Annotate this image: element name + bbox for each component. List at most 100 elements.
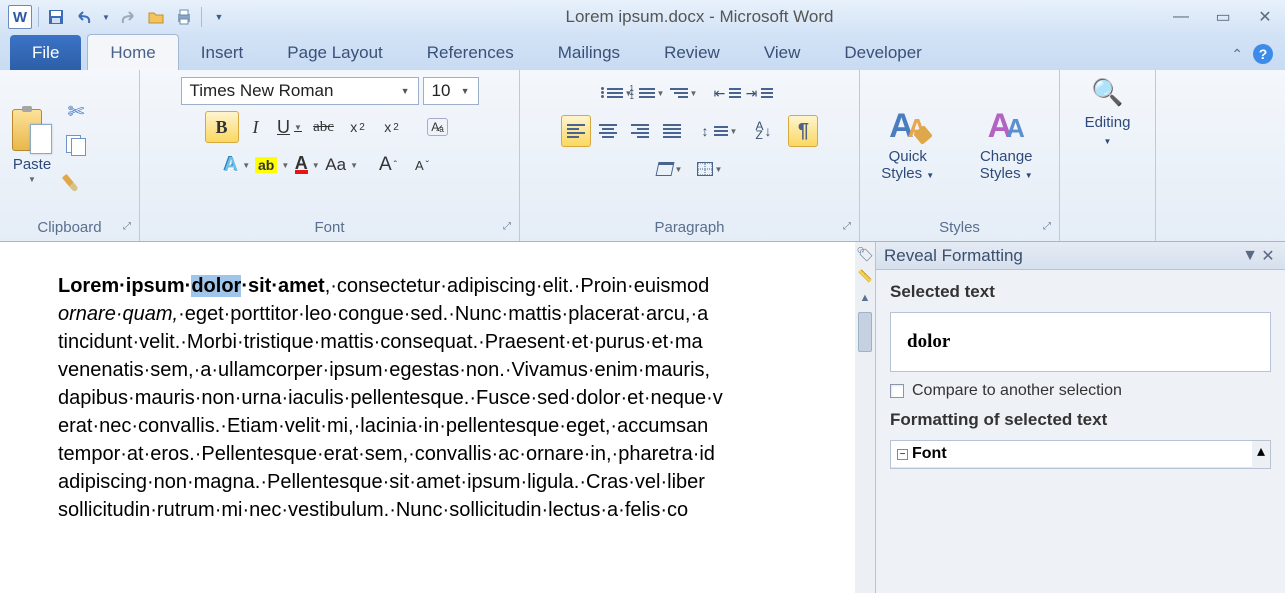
quick-styles-button[interactable]: AA Quick Styles ▼ [866, 103, 949, 188]
paste-button[interactable]: Paste ▼ [6, 102, 58, 188]
tab-file[interactable]: File [10, 35, 81, 70]
font-name-combo[interactable]: Times New Roman▼ [181, 77, 419, 105]
text-effects-button[interactable]: A▼ [220, 149, 254, 181]
close-button[interactable]: ✕ [1253, 7, 1277, 27]
tab-view[interactable]: View [742, 35, 823, 70]
ribbon-minimize-icon[interactable]: ⌃ [1231, 46, 1243, 63]
numbering-button[interactable]: ▼ [637, 77, 667, 109]
group-label-editing [1066, 217, 1149, 241]
change-styles-icon: AA [988, 107, 1025, 146]
undo-button[interactable] [73, 6, 95, 28]
tab-home[interactable]: Home [87, 34, 178, 70]
tab-mailings[interactable]: Mailings [536, 35, 642, 70]
doc-text: tempor·at·eros.·Pellentesque·erat·sem,·c… [58, 440, 855, 468]
doc-text: tincidunt·velit.·Morbi·tristique·mattis·… [58, 328, 855, 356]
ruler-icon[interactable]: 📏 [857, 268, 873, 284]
strikethrough-button[interactable]: abc [307, 111, 341, 143]
tree-font-label: Font [912, 445, 947, 463]
doc-text: ·sit·amet [241, 275, 324, 297]
tab-developer[interactable]: Developer [822, 35, 944, 70]
tab-review[interactable]: Review [642, 35, 742, 70]
tab-references[interactable]: References [405, 35, 536, 70]
formatting-label: Formatting of selected text [890, 410, 1271, 430]
doc-text: dapibus·mauris·non·urna·iaculis·pellente… [58, 384, 855, 412]
change-case-button[interactable]: Aa▼ [324, 149, 359, 181]
document-page[interactable]: Lorem·ipsum·dolor·sit·amet,·consectetur·… [0, 242, 855, 593]
sort-button[interactable]: AZ↓ [748, 115, 778, 147]
copy-icon [66, 135, 86, 155]
undo-dropdown[interactable]: ▼ [101, 6, 111, 28]
compare-label: Compare to another selection [912, 382, 1122, 400]
quickprint-button[interactable] [173, 6, 195, 28]
doc-text: ornare·quam, [58, 303, 178, 325]
selected-text-label: Selected text [890, 282, 1271, 302]
styles-launcher[interactable]: ⤢ [1043, 221, 1051, 232]
tab-page-layout[interactable]: Page Layout [265, 35, 404, 70]
shrink-font-button[interactable]: Aˇ [405, 149, 439, 181]
binoculars-icon: 🔍 [1091, 77, 1123, 108]
save-button[interactable] [45, 6, 67, 28]
pane-close-button[interactable]: ✕ [1259, 246, 1277, 266]
copy-button[interactable] [64, 133, 88, 157]
subscript-button[interactable]: x2 [341, 111, 375, 143]
align-left-button[interactable] [561, 115, 591, 147]
highlight-button[interactable]: ab▼ [254, 149, 290, 181]
group-label-clipboard: Clipboard⤢ [6, 217, 133, 241]
paragraph-launcher[interactable]: ⤢ [843, 221, 851, 232]
maximize-button[interactable]: ▭ [1211, 7, 1235, 27]
increase-indent-button[interactable]: ⇥ [745, 77, 775, 109]
show-marks-button[interactable]: ¶ [788, 115, 818, 147]
group-label-font: Font⤢ [146, 217, 513, 241]
font-size-combo[interactable]: 10▼ [423, 77, 479, 105]
pane-title: Reveal Formatting [884, 246, 1241, 266]
borders-button[interactable]: ▼ [695, 153, 725, 185]
help-icon[interactable]: ? [1253, 44, 1273, 64]
compare-checkbox-row[interactable]: Compare to another selection [890, 382, 1271, 400]
brush-icon [62, 165, 90, 193]
paste-icon [12, 106, 52, 154]
clear-formatting-button[interactable]: A̷ₐ [421, 111, 455, 143]
cut-button[interactable]: ✄ [64, 99, 88, 123]
tab-insert[interactable]: Insert [179, 35, 266, 70]
font-color-button[interactable]: A▼ [290, 149, 324, 181]
titlebar: W ▼ ▼ Lorem ipsum.docx - Microsoft Word … [0, 0, 1285, 34]
scroll-thumb[interactable] [858, 312, 872, 352]
grow-font-button[interactable]: Aˆ [371, 149, 405, 181]
doc-text: ·eget·porttitor·leo·congue·sed.·Nunc·mat… [178, 303, 708, 325]
font-launcher[interactable]: ⤢ [503, 221, 511, 232]
underline-button[interactable]: U▼ [273, 111, 307, 143]
align-right-button[interactable] [625, 115, 655, 147]
qat-customize[interactable]: ▼ [208, 6, 230, 28]
checkbox-icon[interactable] [890, 384, 904, 398]
app-icon: W [8, 5, 32, 29]
tree-scroll-up[interactable]: ▴ [1252, 441, 1270, 468]
format-painter-button[interactable] [64, 167, 88, 191]
redo-button[interactable] [117, 6, 139, 28]
multilevel-button[interactable]: ▼ [669, 77, 699, 109]
italic-button[interactable]: I [239, 111, 273, 143]
line-spacing-button[interactable]: ↕▼ [701, 115, 739, 147]
align-center-button[interactable] [593, 115, 623, 147]
bold-button[interactable]: B [205, 111, 239, 143]
scroll-up-button[interactable]: ▲ [857, 290, 873, 306]
vertical-scrollbar[interactable]: 🏷 📏 ▲ [855, 242, 875, 593]
justify-button[interactable] [657, 115, 687, 147]
decrease-indent-button[interactable]: ⇤ [713, 77, 743, 109]
shading-button[interactable]: ▼ [655, 153, 685, 185]
scissors-icon: ✄ [68, 99, 85, 124]
group-label-styles: Styles⤢ [866, 217, 1053, 241]
reveal-formatting-pane: Reveal Formatting ▼ ✕ Selected text dolo… [875, 242, 1285, 593]
minimize-button[interactable]: — [1169, 7, 1193, 27]
editing-button[interactable]: 🔍 Editing▼ [1075, 73, 1141, 154]
superscript-button[interactable]: x2 [375, 111, 409, 143]
tree-collapse-icon[interactable]: − [897, 449, 908, 460]
clipboard-launcher[interactable]: ⤢ [123, 221, 131, 232]
pane-menu-button[interactable]: ▼ [1241, 247, 1259, 265]
bucket-icon [655, 162, 674, 176]
doc-text: adipiscing·non·magna.·Pellentesque·sit·a… [58, 468, 855, 496]
tag-icon[interactable]: 🏷 [857, 246, 873, 262]
open-button[interactable] [145, 6, 167, 28]
tree-row-font[interactable]: − Font [891, 441, 1252, 468]
ribbon: Paste ▼ ✄ Clipboard⤢ Times New Roman▼ 10… [0, 70, 1285, 242]
change-styles-button[interactable]: AA Change Styles ▼ [959, 103, 1053, 188]
